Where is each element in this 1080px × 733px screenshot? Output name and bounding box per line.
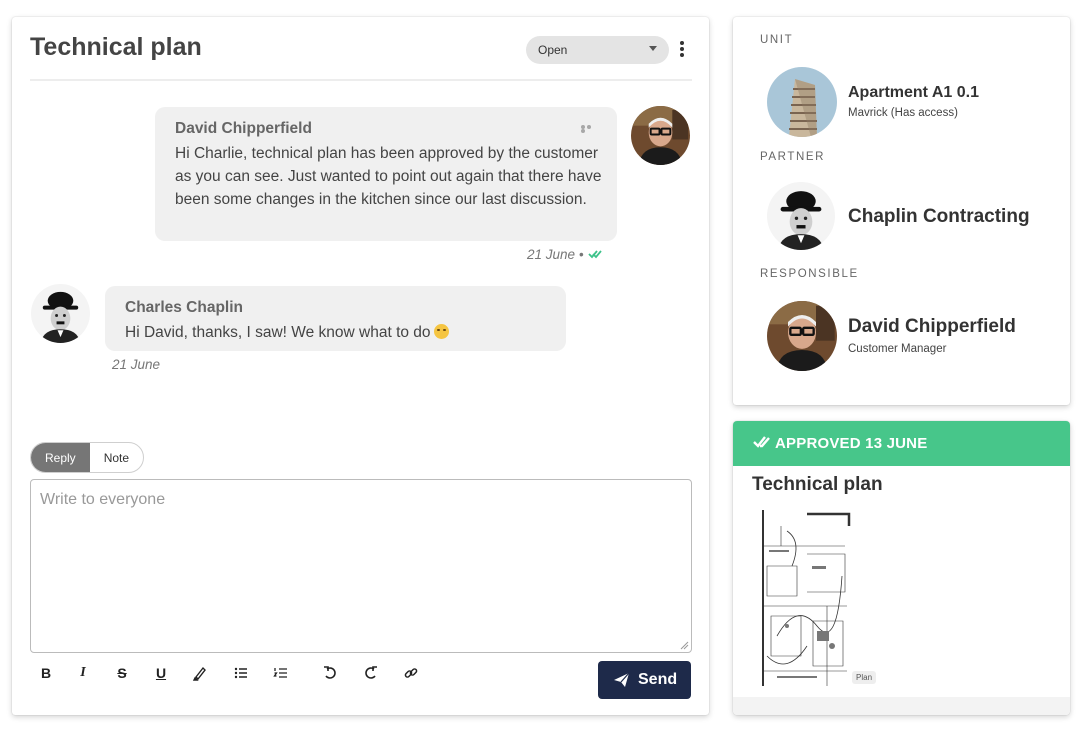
- reply-mode-tabs: Reply Note: [30, 442, 145, 473]
- meta-separator: •: [579, 247, 584, 262]
- more-options-icon[interactable]: [678, 41, 686, 59]
- message-date: 21 June: [112, 357, 161, 372]
- approved-banner: APPROVED 13 JUNE: [733, 421, 1070, 466]
- message-author: David Chipperfield: [175, 120, 312, 137]
- message-more-icon[interactable]: [581, 125, 597, 133]
- card-footer: [733, 697, 1070, 715]
- approved-banner-label: APPROVED 13 JUNE: [775, 435, 928, 452]
- send-button[interactable]: Send: [598, 661, 691, 699]
- message-input-placeholder: Write to everyone: [40, 491, 166, 508]
- responsible-section-label: RESPONSIBLE: [760, 268, 859, 280]
- title-divider: [30, 79, 692, 81]
- document-card[interactable]: APPROVED 13 JUNE Technical plan Plan: [733, 421, 1070, 715]
- partner-name: Chaplin Contracting: [848, 206, 1030, 227]
- highlighter-icon[interactable]: [192, 665, 208, 681]
- status-select-value: Open: [538, 43, 568, 57]
- status-select[interactable]: Open: [526, 36, 669, 64]
- floor-plan-thumbnail[interactable]: [757, 506, 853, 687]
- unit-name: Apartment A1 0.1: [848, 84, 979, 101]
- double-check-icon: [753, 436, 770, 448]
- formatting-toolbar: B I S U: [38, 665, 428, 685]
- paper-plane-icon: [614, 672, 630, 687]
- read-receipt-icon: [588, 250, 602, 259]
- underline-icon[interactable]: U: [153, 665, 169, 681]
- message-text: Hi Charlie, technical plan has been appr…: [175, 145, 602, 208]
- message-bubble-outgoing: David Chipperfield Hi Charlie, technical…: [155, 107, 617, 241]
- tab-reply[interactable]: Reply: [31, 443, 90, 472]
- chevron-down-icon: [649, 46, 657, 51]
- numbered-list-icon[interactable]: [273, 665, 289, 681]
- conversation-panel: Technical plan Open David Chipperfield H…: [12, 17, 709, 715]
- resize-grip-icon[interactable]: [680, 641, 689, 650]
- bullet-list-icon[interactable]: [233, 665, 249, 681]
- bold-icon[interactable]: B: [38, 665, 54, 681]
- message-meta: 21 June •: [527, 247, 602, 262]
- avatar-charles-chaplin: [31, 284, 90, 343]
- redo-icon[interactable]: [363, 665, 379, 681]
- strikethrough-icon[interactable]: S: [114, 665, 130, 681]
- case-info-panel: UNIT Apartment A1 0.1 Mavrick (Has acces…: [733, 17, 1070, 405]
- responsible-name: David Chipperfield: [848, 316, 1016, 337]
- avatar-david-chipperfield: [767, 301, 837, 371]
- message-bubble-incoming: Charles Chaplin Hi David, thanks, I saw!…: [105, 286, 566, 351]
- link-icon[interactable]: [403, 665, 419, 681]
- send-button-label: Send: [638, 671, 678, 688]
- avatar-chaplin-contracting: [767, 182, 835, 250]
- message-date: 21 June: [527, 247, 576, 262]
- wink-emoji-icon: [433, 324, 449, 339]
- avatar-david-chipperfield: [631, 106, 690, 165]
- message-text: Hi David, thanks, I saw! We know what to…: [125, 321, 555, 344]
- conversation-title: Technical plan: [30, 33, 202, 61]
- undo-icon[interactable]: [322, 665, 338, 681]
- unit-access: Mavrick (Has access): [848, 107, 958, 119]
- message-text-content: Hi David, thanks, I saw! We know what to…: [125, 324, 431, 341]
- document-title: Technical plan: [752, 474, 883, 495]
- tab-note[interactable]: Note: [90, 443, 143, 472]
- thumbnail-chip: Plan: [852, 671, 877, 684]
- message-input[interactable]: Write to everyone: [30, 479, 692, 653]
- unit-building-image: [767, 67, 837, 137]
- responsible-role: Customer Manager: [848, 343, 947, 355]
- partner-section-label: PARTNER: [760, 151, 826, 163]
- unit-section-label: UNIT: [760, 34, 794, 46]
- message-author: Charles Chaplin: [125, 299, 243, 316]
- italic-icon[interactable]: I: [75, 665, 91, 681]
